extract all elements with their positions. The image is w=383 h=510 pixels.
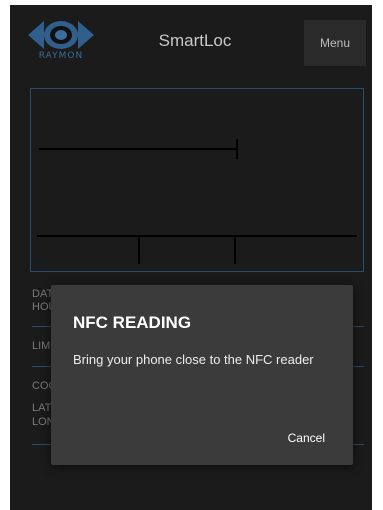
form-label-limit: LIM <box>32 340 51 352</box>
nfc-reading-dialog: NFC READING Bring your phone close to th… <box>51 285 353 465</box>
logo-text: RAYMON <box>38 51 84 61</box>
form-label-latitude: LAT <box>32 402 52 414</box>
app-header: RAYMON SmartLoc Menu <box>10 5 372 77</box>
menu-button[interactable]: Menu <box>304 20 366 66</box>
dialog-title: NFC READING <box>73 313 192 332</box>
form-label-date: DAT <box>32 288 54 300</box>
screen-margin-right <box>372 0 383 510</box>
cancel-button[interactable]: Cancel <box>288 431 325 445</box>
dialog-message: Bring your phone close to the NFC reader <box>73 352 314 367</box>
screen-margin-left <box>0 0 10 510</box>
drawing-panel <box>30 88 364 272</box>
app-title: SmartLoc <box>158 31 232 50</box>
app-screen: RAYMON SmartLoc Menu DAT HOU LIM COO LAT… <box>10 5 372 510</box>
